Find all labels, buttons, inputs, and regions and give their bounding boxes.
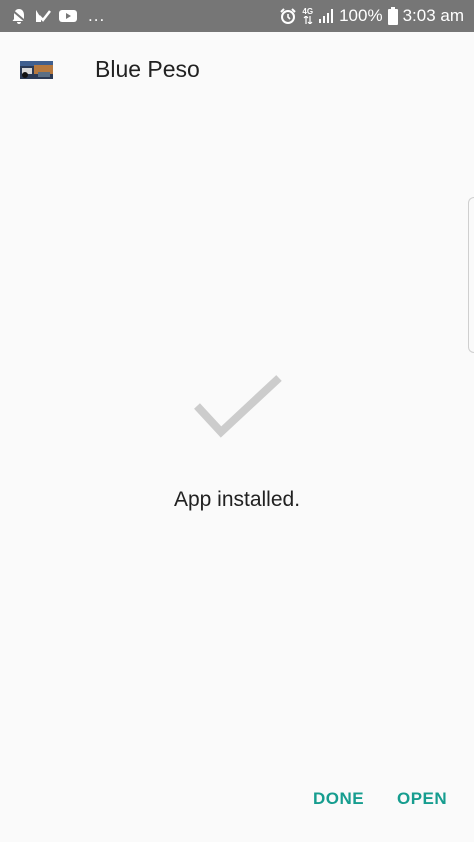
app-icon [20,61,53,79]
bell-icon [10,7,28,25]
open-button[interactable]: OPEN [397,789,447,809]
status-indicators: 4G 100% 3:03 am [279,6,464,26]
check-arrow-icon [34,7,52,25]
battery-icon [387,7,398,25]
clock: 3:03 am [402,6,464,25]
app-header: Blue Peso [0,32,474,108]
alarm-icon [279,7,297,25]
youtube-icon [58,8,78,24]
more-notifications: ... [88,6,106,25]
battery-percent: 100% [339,6,383,25]
network-label: 4G [302,7,314,16]
edge-panel-handle[interactable] [468,197,474,353]
action-bar: DONE OPEN [0,789,474,813]
signal-icon [318,8,334,24]
notification-icons: ... [10,6,105,26]
done-button[interactable]: DONE [313,789,364,809]
network-4g-icon: 4G [302,8,313,24]
install-status-message: App installed. [173,488,301,511]
status-bar: ... 4G 100% 3:03 am [0,0,474,32]
app-name: Blue Peso [95,56,200,82]
checkmark-icon [193,374,283,444]
